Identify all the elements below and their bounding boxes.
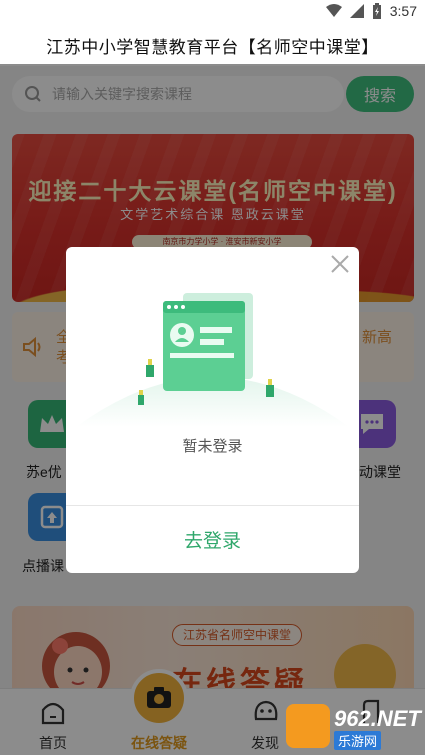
signal-icon: [349, 4, 364, 18]
watermark-logo: 962.NET 乐游网: [286, 704, 421, 750]
login-dialog: 暂未登录 去登录: [66, 247, 359, 573]
watermark-sub: 乐游网: [334, 731, 382, 750]
page-title: 江苏中小学智慧教育平台【名师空中课堂】: [46, 37, 379, 57]
battery-icon: [372, 3, 381, 19]
watermark-brand: 962.NET: [334, 706, 421, 731]
dialog-message: 暂未登录: [182, 438, 243, 455]
not-logged-in-illustration: [76, 293, 349, 427]
login-button[interactable]: 去登录: [66, 506, 359, 573]
title-bar: 江苏中小学智慧教育平台【名师空中课堂】: [0, 24, 425, 66]
status-bar: 3:57: [0, 0, 425, 24]
close-icon[interactable]: [329, 253, 351, 275]
status-icons: 3:57: [325, 3, 417, 19]
wifi-icon: [325, 4, 342, 17]
status-time: 3:57: [389, 3, 417, 19]
watermark-badge-icon: [286, 704, 330, 748]
